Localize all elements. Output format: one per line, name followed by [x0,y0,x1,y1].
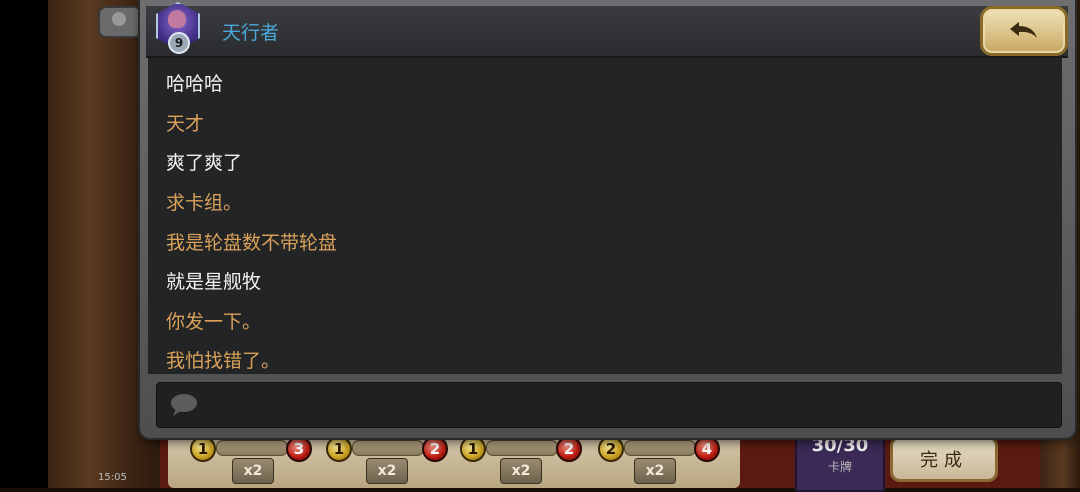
chat-message: 我是轮盘数不带轮盘 [166,232,338,254]
chat-input[interactable] [156,382,1062,428]
message-list: 哈哈哈 天才 爽了爽了 求卡组。 我是轮盘数不带轮盘 就是星舰牧 你发一下。 我… [148,58,1062,374]
back-button[interactable] [980,6,1068,56]
friend-name: 天行者 [222,22,280,44]
chat-message: 天才 [166,113,205,135]
back-arrow-icon [1010,22,1037,38]
copy-count: x2 [366,458,408,484]
copy-count: x2 [634,458,676,484]
clock: 15:05 [98,472,127,483]
mana-cost-icon: 1 [190,436,216,462]
friend-avatar[interactable]: 9 [152,0,202,54]
card-count-badge: 2 [422,436,448,462]
mana-cost-icon: 1 [326,436,352,462]
card-name-bar [624,440,696,456]
chat-message: 我怕找错了。 [166,350,281,372]
copy-count: x2 [232,458,274,484]
card-name-bar [486,440,558,456]
hero-portrait-icon [168,10,186,28]
deck-card[interactable]: 2 4 x2 [598,432,728,488]
deck-card[interactable]: 1 2 x2 [326,432,456,488]
deck-card[interactable]: 1 2 x2 [460,432,590,488]
deck-card-list: 1 3 x2 1 2 x2 1 2 x2 2 4 x2 [168,432,740,488]
card-count-badge: 2 [556,436,582,462]
speech-bubble-icon [171,394,197,416]
chat-message: 哈哈哈 [166,73,224,95]
chat-message: 就是星舰牧 [166,271,262,293]
level-badge: 9 [168,32,190,54]
chat-header [146,6,1068,58]
mana-cost-icon: 1 [460,436,486,462]
copy-count: x2 [500,458,542,484]
chat-message: 求卡组。 [166,192,243,214]
card-name-bar [352,440,424,456]
deck-count-label: 卡牌 [827,460,852,474]
card-count-badge: 3 [286,436,312,462]
mana-cost-icon: 2 [598,436,624,462]
chat-message: 爽了爽了 [166,152,243,174]
card-count-badge: 4 [694,436,720,462]
card-name-bar [216,440,288,456]
chat-message: 你发一下。 [166,311,262,333]
deck-card-counter: 30/30 卡牌 [795,432,885,492]
profile-icon[interactable] [98,6,142,38]
done-button[interactable]: 完成 [890,436,998,482]
deck-card[interactable]: 1 3 x2 [190,432,320,488]
